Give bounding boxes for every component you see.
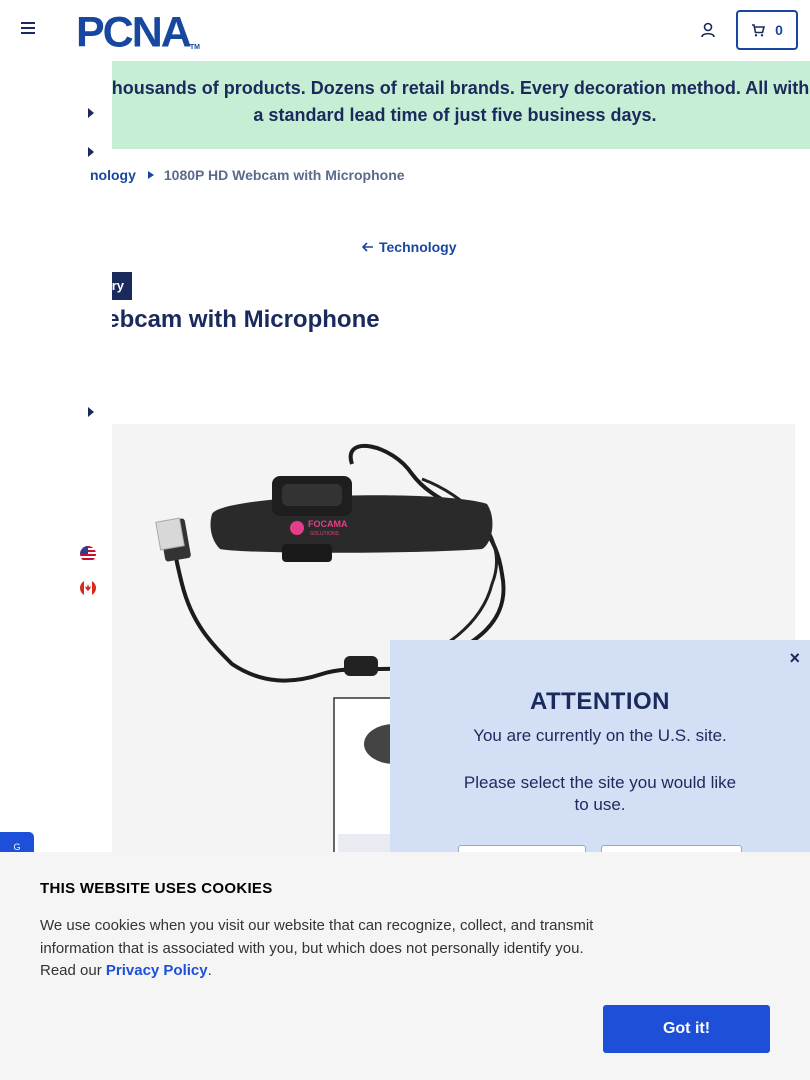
privacy-policy-link[interactable]: Privacy Policy <box>106 962 208 979</box>
back-to-category-link[interactable]: Technology <box>362 239 457 255</box>
user-account-icon[interactable] <box>699 21 717 39</box>
cookie-period: . <box>207 962 212 979</box>
cookie-title: THIS WEBSITE USES COOKIES <box>40 880 273 897</box>
page: PCNATM 0 Thousands of products. Dozens o… <box>0 0 810 1080</box>
site-header: PCNATM 0 <box>0 0 810 60</box>
cookie-text: We use cookies when you visit our websit… <box>40 915 605 983</box>
feedback-tab-label: G <box>13 842 21 852</box>
cookie-banner: THIS WEBSITE USES COOKIES We use cookies… <box>0 852 810 1080</box>
logo-text: PCNA <box>76 8 192 57</box>
breadcrumb-current: 1080P HD Webcam with Microphone <box>163 167 405 183</box>
breadcrumb: nology 1080P HD Webcam with Microphone <box>90 167 405 183</box>
close-icon[interactable]: × <box>789 648 800 669</box>
caret-right-icon[interactable] <box>88 108 94 118</box>
menu-icon[interactable] <box>21 22 35 36</box>
caret-right-icon <box>147 171 154 179</box>
us-flag-icon[interactable] <box>80 546 96 562</box>
caret-right-icon[interactable] <box>88 407 94 417</box>
modal-select-site-message: Please select the site you would like to… <box>463 773 737 814</box>
imprint-line2: SOLUTIONS <box>310 531 340 537</box>
pcna-logo[interactable]: PCNATM <box>76 10 200 54</box>
caret-right-icon[interactable] <box>88 147 94 157</box>
imprint-line1: FOCAMA <box>308 519 348 529</box>
breadcrumb-parent-link[interactable]: nology <box>90 167 136 183</box>
logo-tm: TM <box>189 44 200 51</box>
got-it-button[interactable]: Got it! <box>603 1005 770 1053</box>
canada-flag-icon[interactable] <box>80 580 96 596</box>
back-link-label: Technology <box>379 239 457 255</box>
cart-button[interactable]: 0 <box>736 10 798 50</box>
promo-banner: Thousands of products. Dozens of retail … <box>50 61 810 149</box>
promo-banner-text: Thousands of products. Dozens of retail … <box>100 78 810 125</box>
modal-current-site-message: You are currently on the U.S. site. <box>473 726 727 745</box>
arrow-left-icon <box>362 242 373 252</box>
cart-icon <box>752 23 766 36</box>
modal-title: ATTENTION <box>529 688 671 715</box>
cart-count: 0 <box>775 22 783 38</box>
